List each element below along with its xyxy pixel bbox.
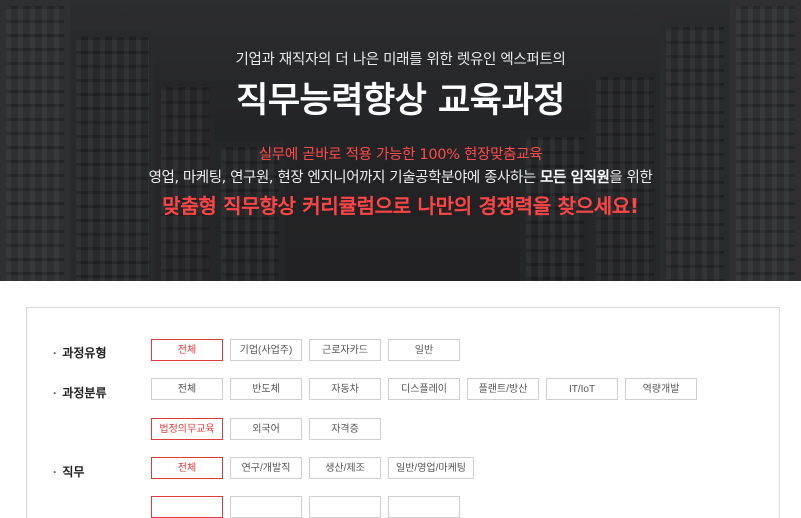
next-row-option[interactable] [309, 496, 381, 518]
category-option-legal-mandatory[interactable]: 법정의무교육 [151, 418, 223, 440]
category-option-competency[interactable]: 역량개발 [625, 378, 697, 400]
next-row-option[interactable] [388, 496, 460, 518]
filter-label-course-type: · 과정유형 [53, 346, 107, 360]
next-row-option[interactable] [151, 496, 223, 518]
hero-cta: 맞춤형 직무향상 커리큘럼으로 나만의 경쟁력을 찾으세요! [162, 194, 639, 218]
job-label: 직무 [62, 465, 85, 479]
category-option-automotive[interactable]: 자동차 [309, 378, 381, 400]
job-option-production[interactable]: 생산/제조 [309, 457, 381, 479]
filter-label-course-category: · 과정분류 [53, 386, 107, 400]
course-type-option-all[interactable]: 전체 [151, 339, 223, 361]
hero-description-bold: 모든 임직원 [540, 170, 610, 186]
course-type-option-general[interactable]: 일반 [388, 339, 460, 361]
hero-title: 직무능력향상 교육과정 [236, 81, 565, 121]
course-category-label: 과정분류 [62, 386, 107, 400]
hero-description-pre: 영업, 마케팅, 연구원, 현장 엔지니어까지 기술공학분야에 종사하는 [148, 170, 541, 186]
hero-subtitle: 기업과 재직자의 더 나은 미래를 위한 렛유인 엑스퍼트의 [235, 52, 566, 68]
category-option-semiconductor[interactable]: 반도체 [230, 378, 302, 400]
category-option-certificate[interactable]: 자격증 [309, 418, 381, 440]
category-option-plant-defense[interactable]: 플랜트/방산 [467, 378, 539, 400]
next-row-option[interactable] [230, 496, 302, 518]
category-option-foreign-language[interactable]: 외국어 [230, 418, 302, 440]
filter-panel: · 과정유형 전체 기업(사업주) 근로자카드 일반 · 과정분류 전체 반도체… [26, 307, 780, 518]
job-option-sales-marketing[interactable]: 일반/영업/마케팅 [388, 457, 474, 479]
hero-banner: 기업과 재직자의 더 나은 미래를 위한 렛유인 엑스퍼트의 직무능력향상 교육… [0, 0, 801, 281]
job-option-rnd[interactable]: 연구/개발직 [230, 457, 302, 479]
course-type-option-worker-card[interactable]: 근로자카드 [309, 339, 381, 361]
category-option-all[interactable]: 전체 [151, 378, 223, 400]
course-type-label: 과정유형 [62, 346, 107, 360]
course-type-option-company[interactable]: 기업(사업주) [230, 339, 302, 361]
filter-label-job: · 직무 [53, 465, 85, 479]
category-option-it-iot[interactable]: IT/IoT [546, 378, 618, 400]
hero-tagline: 실무에 곧바로 적용 가능한 100% 현장맞춤교육 [258, 147, 543, 163]
hero-description: 영업, 마케팅, 연구원, 현장 엔지니어까지 기술공학분야에 종사하는 모든 … [0, 166, 801, 187]
job-option-all[interactable]: 전체 [151, 457, 223, 479]
hero-description-post: 을 위한 [609, 170, 653, 186]
hero-overlay [0, 0, 801, 281]
category-option-display[interactable]: 디스플레이 [388, 378, 460, 400]
